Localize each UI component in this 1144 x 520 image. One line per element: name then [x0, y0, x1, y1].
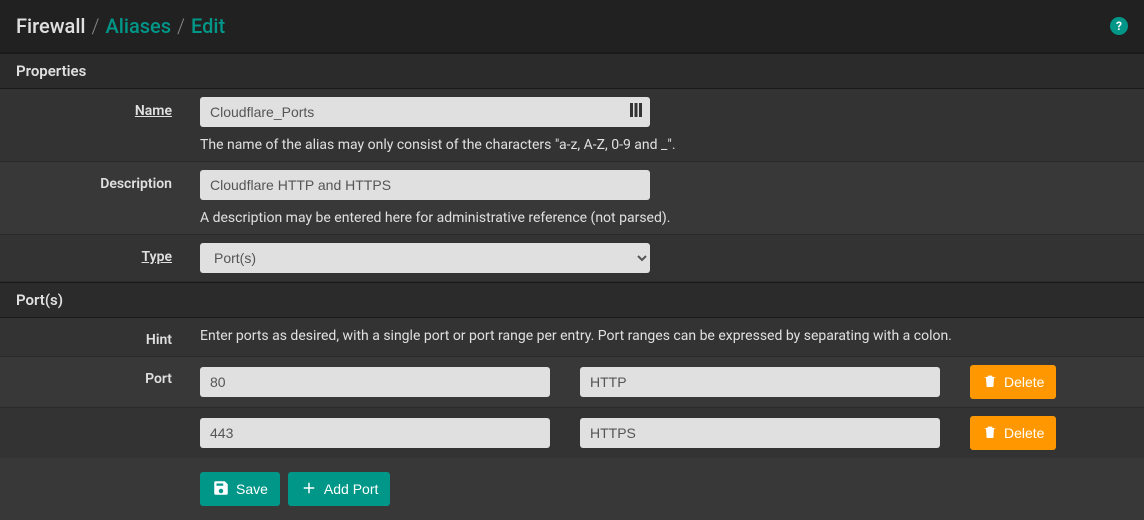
save-label: Save: [236, 481, 268, 497]
trash-icon: [982, 373, 998, 392]
delete-port-button[interactable]: Delete: [970, 416, 1056, 450]
port-desc-input[interactable]: [580, 418, 940, 448]
name-help-text: The name of the alias may only consist o…: [200, 137, 1128, 153]
breadcrumb-root: Firewall: [16, 14, 86, 38]
breadcrumb-sep: /: [177, 14, 185, 38]
description-help-text: A description may be entered here for ad…: [200, 210, 1128, 226]
name-input[interactable]: [200, 97, 650, 127]
breadcrumb-edit-link[interactable]: Edit: [191, 14, 225, 38]
label-hint: Hint: [146, 332, 172, 348]
save-button[interactable]: Save: [200, 472, 280, 506]
breadcrumb: Firewall / Aliases / Edit: [16, 14, 225, 38]
plus-icon: [300, 479, 318, 500]
delete-port-button[interactable]: Delete: [970, 365, 1056, 399]
trash-icon: [982, 424, 998, 443]
port-desc-input[interactable]: [580, 367, 940, 397]
port-value-input[interactable]: [200, 418, 550, 448]
label-type: Type: [142, 249, 172, 265]
port-entry-row: Delete: [200, 416, 1128, 450]
breadcrumb-sep: /: [92, 14, 100, 38]
delete-label: Delete: [1004, 425, 1044, 441]
label-description: Description: [100, 176, 172, 192]
description-input[interactable]: [200, 170, 650, 200]
port-entry-row: Delete: [200, 365, 1128, 399]
panel-header-properties: Properties: [0, 53, 1144, 89]
type-select[interactable]: Port(s): [200, 243, 650, 273]
port-value-input[interactable]: [200, 367, 550, 397]
label-port: Port: [145, 371, 172, 387]
save-icon: [212, 479, 230, 500]
label-name: Name: [135, 103, 172, 119]
panel-header-ports: Port(s): [0, 282, 1144, 318]
help-icon[interactable]: ?: [1110, 17, 1128, 35]
add-port-button[interactable]: Add Port: [288, 472, 390, 506]
breadcrumb-aliases-link[interactable]: Aliases: [105, 14, 171, 38]
delete-label: Delete: [1004, 374, 1044, 390]
add-port-label: Add Port: [324, 481, 378, 497]
hint-text: Enter ports as desired, with a single po…: [200, 326, 1128, 344]
